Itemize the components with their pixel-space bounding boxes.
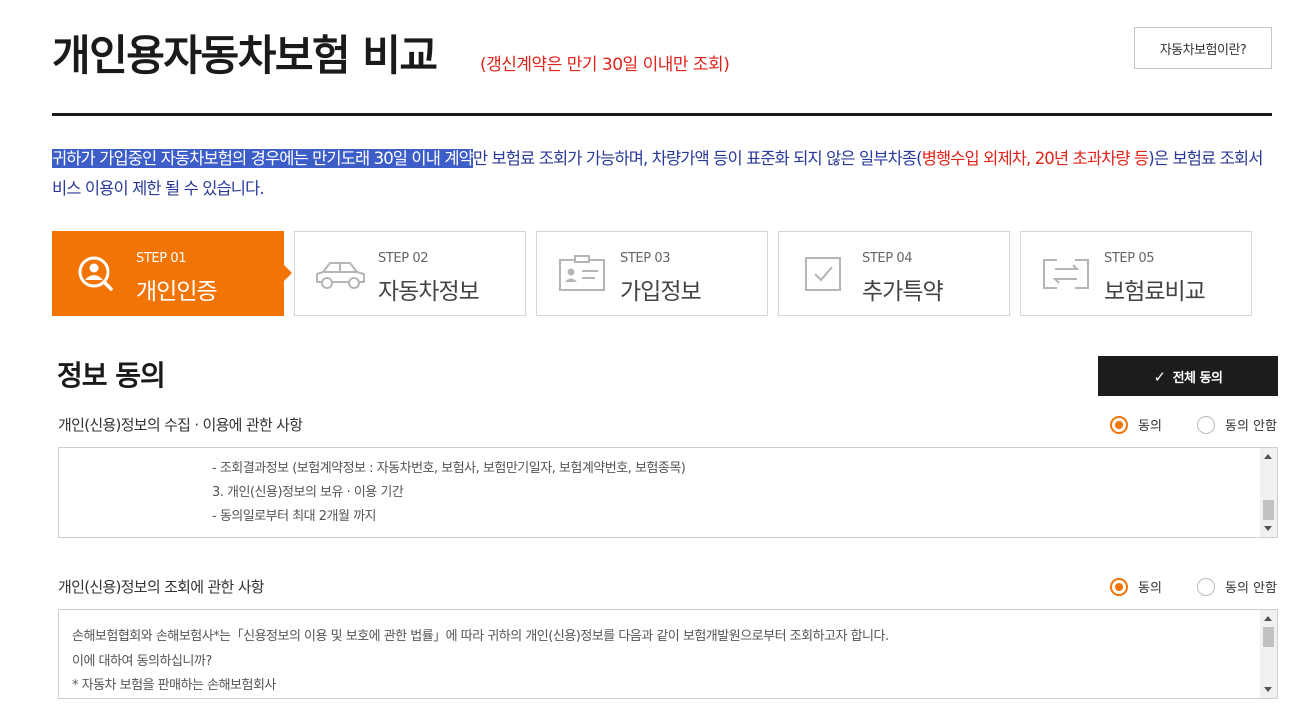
radio-dot [1110, 577, 1128, 596]
scroll-up-arrow[interactable] [1264, 454, 1272, 459]
compare-icon [1043, 259, 1089, 289]
id-card-icon [559, 255, 605, 291]
scrollbar-thumb[interactable] [1263, 627, 1274, 647]
notice-text: 귀하가 가입중인 자동차보험의 경우에는 만기도래 30일 이내 계약만 보험료… [52, 144, 1267, 204]
consent-inquiry-textbox[interactable]: 손해보험협회와 손해보험사*는「신용정보의 이용 및 보호에 관한 법률」에 따… [58, 609, 1278, 699]
consent-inquiry-disagree-radio[interactable]: 동의 안함 [1197, 577, 1277, 596]
check-icon: ✓ [1153, 367, 1167, 386]
step-label: 추가특약 [862, 279, 944, 305]
consent-collection-scrollbar[interactable] [1260, 448, 1277, 537]
page-subtitle: (갱신계약은 만기 30일 이내만 조회) [480, 55, 730, 75]
step-additional-riders[interactable]: STEP 04 추가특약 [778, 231, 1010, 316]
section-title: 정보 동의 [57, 359, 166, 392]
radio-label: 동의 [1138, 581, 1162, 596]
title-divider [52, 113, 1272, 116]
consent-collection-disagree-radio[interactable]: 동의 안함 [1197, 415, 1277, 434]
consent-collection-label: 개인(신용)정보의 수집 · 이용에 관한 사항 [58, 416, 303, 434]
notice-text-part-1: 만 보험료 조회가 가능하며, 차량가액 등이 표준화 되지 않은 일부차종( [472, 149, 923, 168]
step-vehicle-info[interactable]: STEP 02 자동차정보 [294, 231, 526, 316]
radio-label: 동의 안함 [1225, 581, 1277, 596]
consent-text-line: - 동의일로부터 최대 2개월 까지 [212, 509, 377, 524]
consent-text-line: 이에 대하여 동의하십니까? [72, 654, 212, 669]
consent-collection-agree-radio[interactable]: 동의 [1110, 415, 1162, 434]
consent-inquiry-scrollbar[interactable] [1260, 610, 1277, 698]
car-insurance-info-button[interactable]: 자동차보험이란? [1134, 27, 1272, 69]
radio-label: 동의 [1138, 419, 1162, 434]
consent-text-line: * 자동차 보험을 판매하는 손해보험회사 [72, 678, 276, 693]
step-number: STEP 05 [1104, 251, 1155, 266]
scroll-down-arrow[interactable] [1264, 526, 1272, 531]
consent-text-line: - 조회결과정보 (보험계약정보 : 자동차번호, 보험사, 보험만기일자, 보… [212, 461, 686, 476]
agree-all-button[interactable]: ✓ 전체 동의 [1098, 356, 1278, 396]
radio-label: 동의 안함 [1225, 419, 1277, 434]
step-personal-auth[interactable]: STEP 01 개인인증 [52, 231, 292, 316]
scroll-up-arrow[interactable] [1264, 616, 1272, 621]
step-label: 개인인증 [136, 279, 218, 305]
scrollbar-thumb[interactable] [1263, 500, 1274, 520]
step-number: STEP 02 [378, 251, 429, 266]
step-premium-compare[interactable]: STEP 05 보험료비교 [1020, 231, 1252, 316]
step-indicator: STEP 01 개인인증 STEP 02 자동차정보 STEP 03 가입정보 [52, 231, 1252, 316]
step-number: STEP 03 [620, 251, 671, 266]
notice-restricted-vehicles: 병행수입 외제차, 20년 초과차량 등 [921, 149, 1149, 168]
step-number: STEP 01 [136, 251, 187, 266]
consent-text-line: 손해보험협회와 손해보험사*는「신용정보의 이용 및 보호에 관한 법률」에 따… [72, 629, 889, 644]
step-label: 보험료비교 [1104, 279, 1206, 305]
step-label: 자동차정보 [378, 279, 480, 305]
consent-inquiry-label: 개인(신용)정보의 조회에 관한 사항 [58, 578, 265, 596]
notice-highlighted-text: 귀하가 가입중인 자동차보험의 경우에는 만기도래 30일 이내 계약 [52, 149, 474, 168]
radio-dot [1197, 415, 1215, 434]
scroll-down-arrow[interactable] [1264, 687, 1272, 692]
car-icon [316, 262, 365, 289]
radio-dot [1197, 577, 1215, 596]
consent-collection-textbox[interactable]: - 조회결과정보 (보험계약정보 : 자동차번호, 보험사, 보험만기일자, 보… [58, 447, 1278, 538]
consent-inquiry-agree-radio[interactable]: 동의 [1110, 577, 1162, 596]
search-user-icon [78, 256, 113, 291]
step-label: 가입정보 [620, 279, 702, 305]
radio-dot [1110, 415, 1128, 434]
consent-text-line: 3. 개인(신용)정보의 보유 · 이용 기간 [212, 485, 404, 500]
page-title: 개인용자동차보험 비교 [52, 31, 438, 80]
agree-all-label: 전체 동의 [1172, 370, 1223, 386]
step-number: STEP 04 [862, 251, 913, 266]
step-subscription-info[interactable]: STEP 03 가입정보 [536, 231, 768, 316]
checkbox-icon [805, 257, 841, 291]
